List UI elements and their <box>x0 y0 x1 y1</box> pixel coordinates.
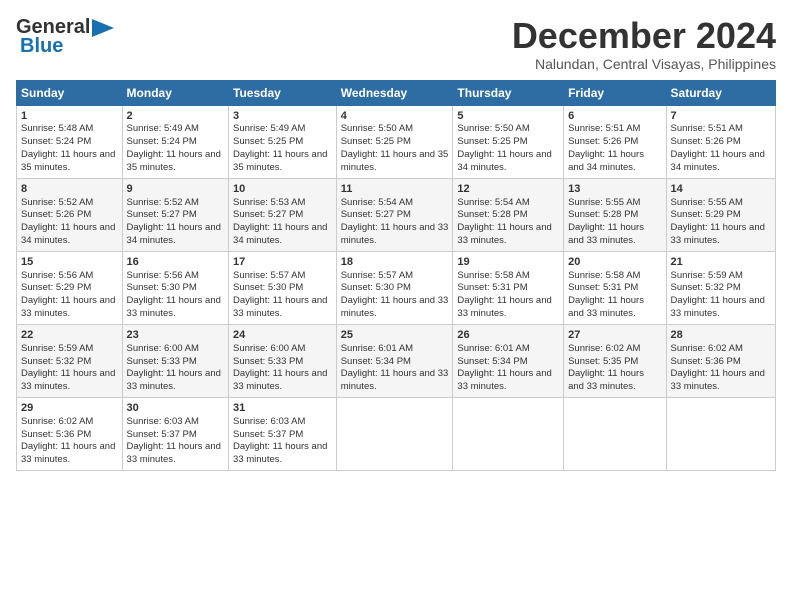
logo: General Blue <box>16 16 114 58</box>
table-cell: 12Sunrise: 5:54 AMSunset: 5:28 PMDayligh… <box>453 178 564 251</box>
location: Nalundan, Central Visayas, Philippines <box>512 56 776 72</box>
table-cell: 29Sunrise: 6:02 AMSunset: 5:36 PMDayligh… <box>17 397 123 470</box>
table-cell: 30Sunrise: 6:03 AMSunset: 5:37 PMDayligh… <box>122 397 229 470</box>
col-saturday: Saturday <box>666 80 775 105</box>
col-tuesday: Tuesday <box>229 80 337 105</box>
table-cell: 25Sunrise: 6:01 AMSunset: 5:34 PMDayligh… <box>336 324 453 397</box>
col-thursday: Thursday <box>453 80 564 105</box>
table-cell <box>336 397 453 470</box>
table-cell <box>564 397 666 470</box>
col-monday: Monday <box>122 80 229 105</box>
col-wednesday: Wednesday <box>336 80 453 105</box>
table-cell <box>453 397 564 470</box>
table-cell <box>666 397 775 470</box>
col-sunday: Sunday <box>17 80 123 105</box>
table-cell: 3Sunrise: 5:49 AMSunset: 5:25 PMDaylight… <box>229 105 337 178</box>
table-cell: 13Sunrise: 5:55 AMSunset: 5:28 PMDayligh… <box>564 178 666 251</box>
table-cell: 2Sunrise: 5:49 AMSunset: 5:24 PMDaylight… <box>122 105 229 178</box>
table-cell: 18Sunrise: 5:57 AMSunset: 5:30 PMDayligh… <box>336 251 453 324</box>
table-cell: 9Sunrise: 5:52 AMSunset: 5:27 PMDaylight… <box>122 178 229 251</box>
table-cell: 26Sunrise: 6:01 AMSunset: 5:34 PMDayligh… <box>453 324 564 397</box>
table-cell: 6Sunrise: 5:51 AMSunset: 5:26 PMDaylight… <box>564 105 666 178</box>
calendar-table: Sunday Monday Tuesday Wednesday Thursday… <box>16 80 776 471</box>
table-cell: 23Sunrise: 6:00 AMSunset: 5:33 PMDayligh… <box>122 324 229 397</box>
table-cell: 4Sunrise: 5:50 AMSunset: 5:25 PMDaylight… <box>336 105 453 178</box>
table-cell: 31Sunrise: 6:03 AMSunset: 5:37 PMDayligh… <box>229 397 337 470</box>
logo-blue: Blue <box>20 35 63 58</box>
table-cell: 5Sunrise: 5:50 AMSunset: 5:25 PMDaylight… <box>453 105 564 178</box>
table-cell: 20Sunrise: 5:58 AMSunset: 5:31 PMDayligh… <box>564 251 666 324</box>
table-cell: 24Sunrise: 6:00 AMSunset: 5:33 PMDayligh… <box>229 324 337 397</box>
table-cell: 7Sunrise: 5:51 AMSunset: 5:26 PMDaylight… <box>666 105 775 178</box>
table-cell: 17Sunrise: 5:57 AMSunset: 5:30 PMDayligh… <box>229 251 337 324</box>
table-cell: 16Sunrise: 5:56 AMSunset: 5:30 PMDayligh… <box>122 251 229 324</box>
table-cell: 21Sunrise: 5:59 AMSunset: 5:32 PMDayligh… <box>666 251 775 324</box>
month-title: December 2024 <box>512 16 776 56</box>
table-cell: 11Sunrise: 5:54 AMSunset: 5:27 PMDayligh… <box>336 178 453 251</box>
table-cell: 27Sunrise: 6:02 AMSunset: 5:35 PMDayligh… <box>564 324 666 397</box>
table-cell: 14Sunrise: 5:55 AMSunset: 5:29 PMDayligh… <box>666 178 775 251</box>
table-cell: 8Sunrise: 5:52 AMSunset: 5:26 PMDaylight… <box>17 178 123 251</box>
table-cell: 1Sunrise: 5:48 AMSunset: 5:24 PMDaylight… <box>17 105 123 178</box>
table-cell: 10Sunrise: 5:53 AMSunset: 5:27 PMDayligh… <box>229 178 337 251</box>
table-cell: 19Sunrise: 5:58 AMSunset: 5:31 PMDayligh… <box>453 251 564 324</box>
col-friday: Friday <box>564 80 666 105</box>
table-cell: 22Sunrise: 5:59 AMSunset: 5:32 PMDayligh… <box>17 324 123 397</box>
table-cell: 28Sunrise: 6:02 AMSunset: 5:36 PMDayligh… <box>666 324 775 397</box>
logo-arrow-icon <box>92 19 114 37</box>
title-section: December 2024 Nalundan, Central Visayas,… <box>512 16 776 72</box>
table-cell: 15Sunrise: 5:56 AMSunset: 5:29 PMDayligh… <box>17 251 123 324</box>
